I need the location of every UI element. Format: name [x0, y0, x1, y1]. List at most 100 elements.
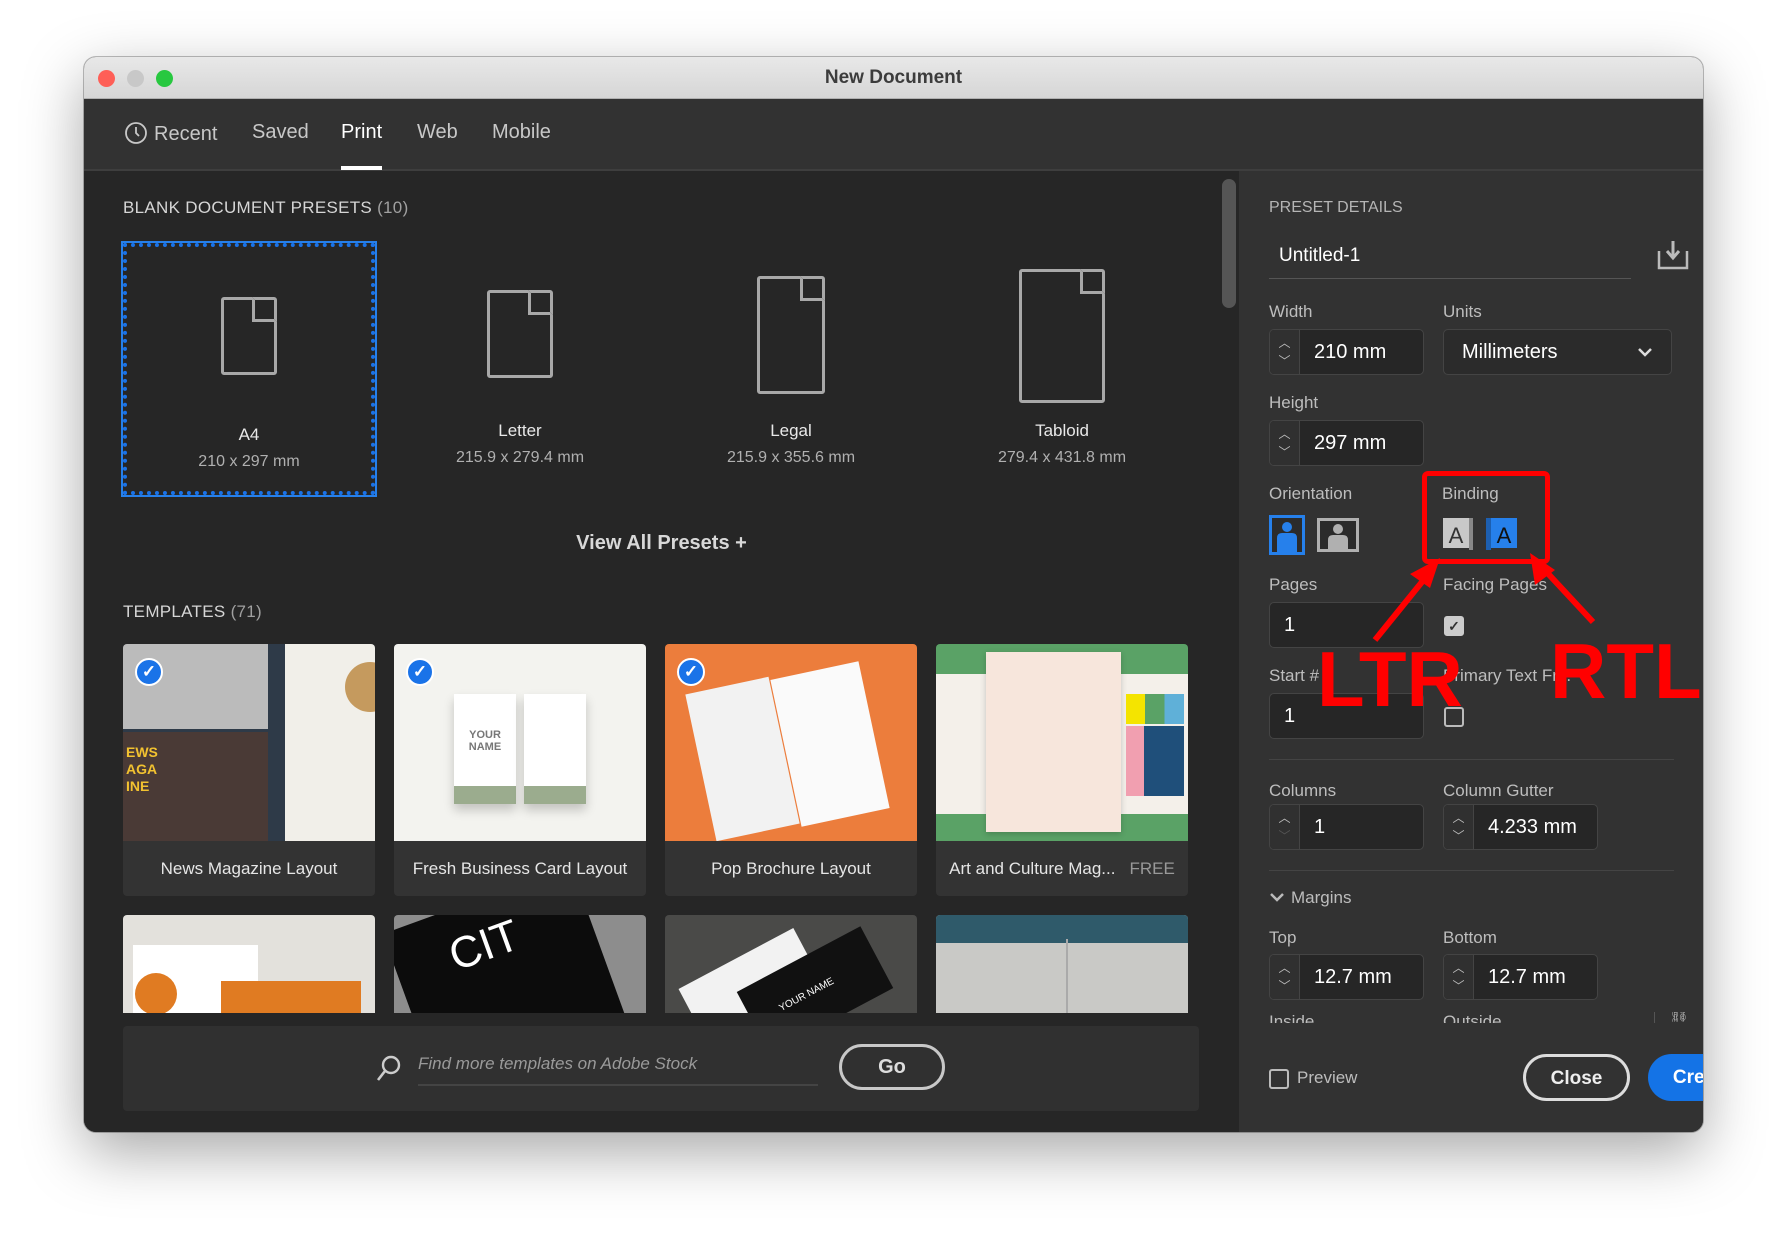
preset-name: Letter [394, 421, 646, 441]
bottom-margin-label: Bottom [1443, 928, 1497, 948]
bottom-margin-field[interactable]: ︿﹀ 12.7 mm [1443, 954, 1598, 1000]
presets-heading-text: BLANK DOCUMENT PRESETS [123, 198, 372, 217]
document-icon [757, 276, 825, 394]
title-bar: New Document [84, 57, 1703, 99]
landscape-orientation-icon[interactable] [1317, 518, 1359, 552]
document-name-input[interactable]: Untitled-1 [1269, 233, 1631, 279]
column-gutter-label: Column Gutter [1443, 781, 1554, 801]
template-thumbnail-row2-1[interactable] [123, 915, 375, 1013]
units-value: Millimeters [1462, 330, 1558, 374]
template-thumbnail-row2-3[interactable]: YOUR NAME [665, 915, 917, 1013]
preset-name: Tabloid [936, 421, 1188, 441]
pages-label: Pages [1269, 575, 1317, 595]
stock-search-input[interactable]: Find more templates on Adobe Stock [418, 1044, 818, 1086]
create-button[interactable]: Create [1648, 1054, 1703, 1101]
tab-mobile[interactable]: Mobile [492, 121, 551, 144]
bottom-margin-value: 12.7 mm [1488, 955, 1566, 999]
go-button[interactable]: Go [839, 1044, 945, 1090]
free-badge: FREE [1129, 859, 1174, 878]
preset-name: A4 [127, 425, 371, 445]
start-page-label: Start # [1269, 666, 1319, 686]
templates-count: (71) [231, 602, 262, 621]
gutter-stepper[interactable]: ︿﹀ [1444, 805, 1474, 849]
thumbnail-text: YOUR NAME [454, 694, 516, 804]
divider [1269, 870, 1674, 871]
height-label: Height [1269, 393, 1318, 413]
templates-heading-text: TEMPLATES [123, 602, 226, 621]
preset-details-heading: PRESET DETAILS [1269, 199, 1403, 217]
preview-label: Preview [1297, 1068, 1357, 1088]
preset-size: 215.9 x 279.4 mm [394, 449, 646, 467]
preset-a4[interactable]: A4 210 x 297 mm [123, 243, 375, 495]
template-news-magazine[interactable]: EWS AGA INE ✓ News Magazine Layout [123, 644, 375, 896]
view-all-presets-link[interactable]: View All Presets + [84, 532, 1239, 555]
close-button[interactable]: Close [1523, 1054, 1630, 1101]
tab-web[interactable]: Web [417, 121, 458, 144]
portrait-orientation-icon[interactable] [1269, 515, 1305, 555]
top-margin-field[interactable]: ︿﹀12.7 mm [1269, 954, 1424, 1000]
link-icon: ⛓ [1669, 1012, 1689, 1023]
template-pop-brochure[interactable]: ✓ Pop Brochure Layout [665, 644, 917, 896]
category-tabs: Recent Saved Print Web Mobile [84, 99, 1703, 171]
template-fresh-business-card[interactable]: YOUR NAME ✓ Fresh Business Card Layout [394, 644, 646, 896]
template-name: Pop Brochure Layout [665, 841, 917, 896]
columns-field[interactable]: ︿﹀ 1 [1269, 804, 1424, 850]
column-gutter-field[interactable]: ︿﹀ 4.233 mm [1443, 804, 1598, 850]
checkmark-icon: ✓ [135, 658, 163, 686]
columns-stepper[interactable]: ︿﹀ [1270, 805, 1300, 849]
template-name: Fresh Business Card Layout [394, 841, 646, 896]
close-window-button[interactable] [98, 70, 115, 87]
height-stepper[interactable]: ︿﹀ [1270, 421, 1300, 465]
columns-value: 1 [1314, 805, 1325, 849]
bottom-margin-stepper[interactable]: ︿﹀ [1444, 955, 1474, 999]
preview-checkbox[interactable] [1269, 1069, 1289, 1089]
preset-letter[interactable]: Letter 215.9 x 279.4 mm [394, 243, 646, 495]
presets-scrollbar[interactable] [1222, 179, 1236, 308]
margins-label: Margins [1291, 888, 1351, 907]
columns-label: Columns [1269, 781, 1336, 801]
chevron-down-icon [1637, 346, 1653, 358]
minimize-window-button[interactable] [127, 70, 144, 87]
preset-tabloid[interactable]: Tabloid 279.4 x 431.8 mm [936, 243, 1188, 495]
stock-search-bar: Find more templates on Adobe Stock Go [123, 1026, 1199, 1111]
link-margins-button[interactable]: ⛓ [1654, 1012, 1689, 1023]
tab-recent[interactable]: Recent [124, 121, 217, 146]
tab-saved[interactable]: Saved [252, 121, 309, 144]
presets-panel: BLANK DOCUMENT PRESETS (10) A4 210 x 297… [84, 171, 1239, 1132]
window-title: New Document [825, 67, 962, 88]
height-field[interactable]: ︿﹀ 297 mm [1269, 420, 1424, 466]
document-icon [221, 297, 277, 375]
tab-print[interactable]: Print [341, 121, 382, 144]
units-label: Units [1443, 302, 1482, 322]
margins-section-toggle[interactable]: Margins [1269, 888, 1351, 908]
units-dropdown[interactable]: Millimeters [1443, 329, 1672, 375]
thumbnail-text: EWS AGA INE [126, 744, 166, 795]
templates-heading: TEMPLATES (71) [123, 602, 262, 622]
height-value: 297 mm [1314, 421, 1386, 465]
template-thumbnail [936, 644, 1188, 841]
template-thumbnail-row2-4[interactable] [936, 915, 1188, 1013]
top-margin-stepper[interactable]: ︿﹀ [1270, 955, 1300, 999]
preset-name: Legal [665, 421, 917, 441]
clock-icon [124, 121, 148, 145]
checkmark-icon: ✓ [677, 658, 705, 686]
zoom-window-button[interactable] [156, 70, 173, 87]
gutter-value: 4.233 mm [1488, 805, 1577, 849]
width-stepper[interactable]: ︿﹀ [1270, 330, 1300, 374]
template-thumbnail-row2-2[interactable]: CIT [394, 915, 646, 1013]
presets-count: (10) [377, 198, 408, 217]
save-preset-icon[interactable] [1656, 239, 1690, 271]
chevron-down-icon [1269, 891, 1285, 903]
preset-legal[interactable]: Legal 215.9 x 355.6 mm [665, 243, 917, 495]
divider [1269, 759, 1674, 760]
outside-margin-label: Outside [1443, 1012, 1502, 1023]
clipped-margin-labels: Inside Outside ⛓ [1269, 1012, 1689, 1023]
preset-size: 210 x 297 mm [127, 453, 371, 471]
template-art-culture-magazine[interactable]: Art and Culture Mag...FREE [936, 644, 1188, 896]
tab-label: Recent [154, 123, 217, 145]
inside-margin-label: Inside [1269, 1012, 1314, 1023]
template-name: News Magazine Layout [123, 841, 375, 896]
top-margin-label: Top [1269, 928, 1296, 948]
search-icon [375, 1054, 403, 1084]
width-field[interactable]: ︿﹀210 mm [1269, 329, 1424, 375]
